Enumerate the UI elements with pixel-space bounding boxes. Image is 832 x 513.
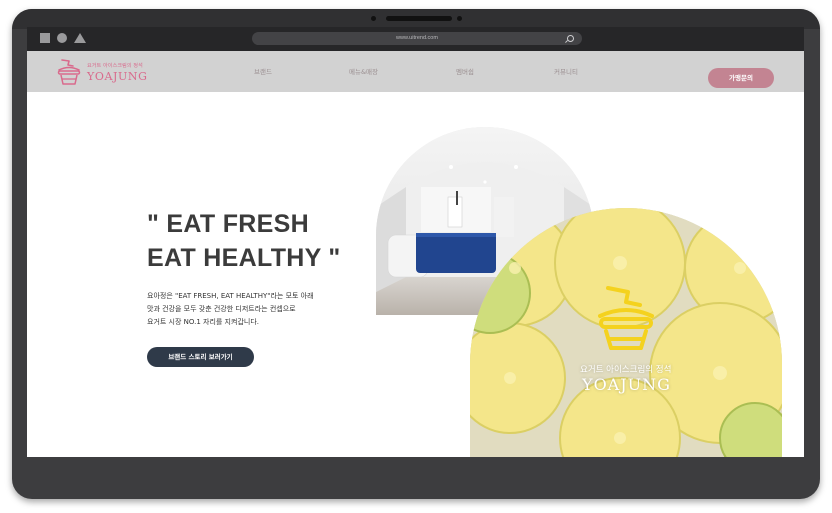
nav-item-brand[interactable]: 브랜드 [254,66,272,76]
hero-title-line2: EAT HEALTHY " [147,244,341,272]
triangle-icon[interactable] [74,33,86,43]
screen: www.uitrend.com 요거트 아이스크림의 정석 YOAJUNG 브랜… [27,27,804,457]
hero-desc-line3: 요거트 시장 NO.1 자리를 지켜갑니다. [147,318,259,326]
logo-tagline: 요거트 아이스크림의 정석 [87,63,143,69]
browser-toolbar: www.uitrend.com [27,27,804,51]
nav-item-menu-store[interactable]: 메뉴&매장 [349,66,378,76]
square-icon[interactable] [40,33,50,43]
site-header: 요거트 아이스크림의 정석 YOAJUNG 브랜드 메뉴&매장 멤버쉽 커뮤니티 [27,51,804,92]
search-icon[interactable] [567,35,574,42]
url-text: www.uitrend.com [396,35,438,41]
address-bar[interactable]: www.uitrend.com [252,32,582,45]
franchise-inquiry-button[interactable]: 가맹문의 [708,68,774,88]
promo-wordmark: YOAJUNG [582,375,671,394]
hero-title-line1: " EAT FRESH [147,210,309,238]
sensor-dot [457,16,462,21]
device-bottom-bezel [27,457,804,487]
brand-logo[interactable]: 요거트 아이스크림의 정석 YOAJUNG [56,58,166,86]
brand-story-button[interactable]: 브랜드 스토리 보러가기 [147,347,254,367]
nav-item-community[interactable]: 커뮤니티 [554,66,578,76]
hero-desc-line1: 요아정은 "EAT FRESH, EAT HEALTHY"라는 모토 아래 [147,292,314,300]
promo-tagline: 요거트 아이스크림의 정석 [580,365,672,375]
yogurt-cup-icon [57,59,81,85]
speaker-slot [386,16,452,21]
logo-wordmark: YOAJUNG [87,70,148,83]
nav-item-membership[interactable]: 멤버쉽 [456,66,474,76]
circle-icon[interactable] [57,33,67,43]
hero-desc-line2: 맛과 건강을 모두 갖춘 건강한 디저트라는 컨셉으로 [147,305,296,313]
camera-dot [371,16,376,21]
